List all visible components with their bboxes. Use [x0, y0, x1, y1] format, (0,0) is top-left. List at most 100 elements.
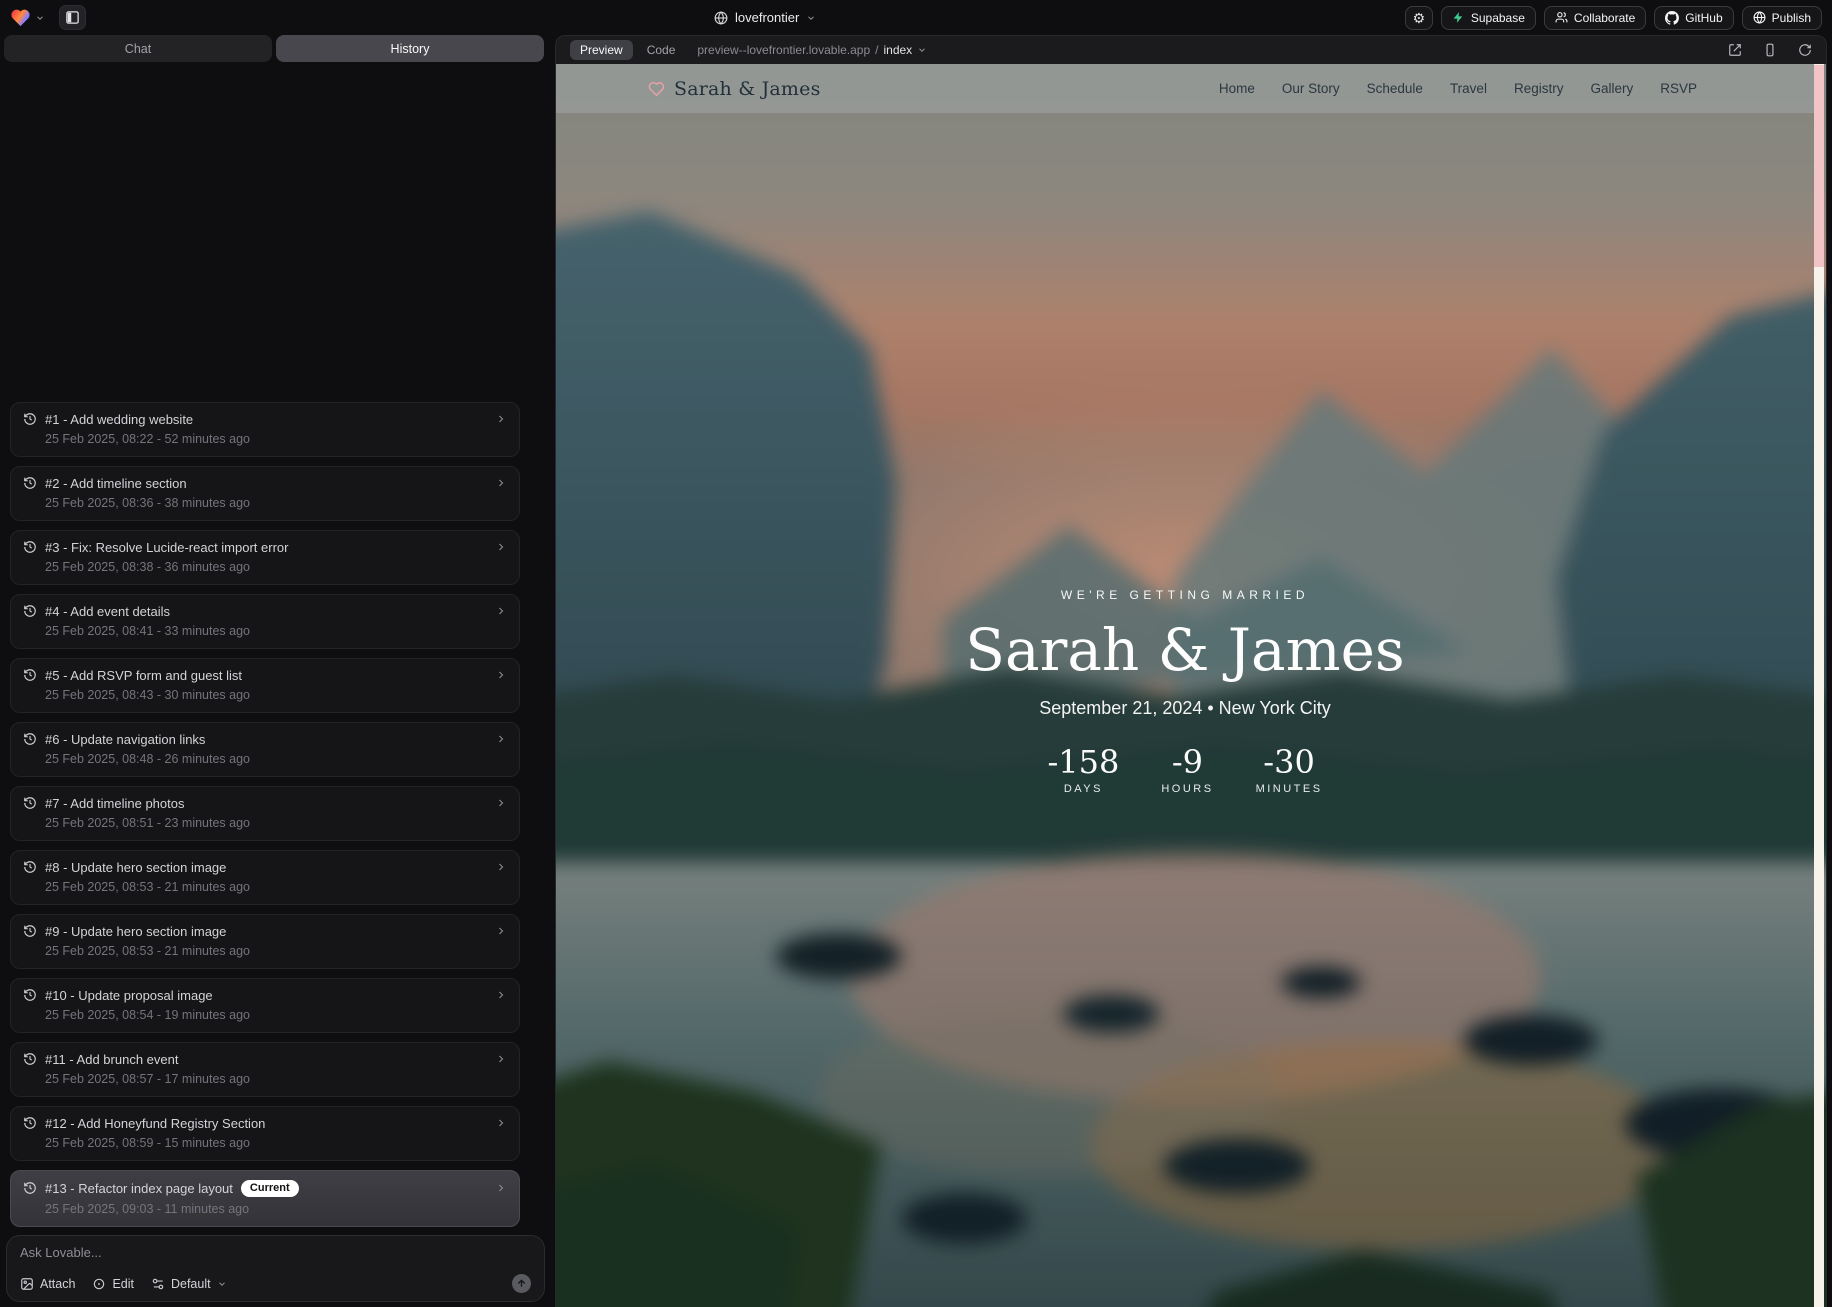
- topbar-actions: ⚙ Supabase Collaborate GitHub Publish: [1405, 6, 1822, 30]
- history-item-time: 25 Feb 2025, 08:38 - 36 minutes ago: [45, 560, 507, 574]
- send-button[interactable]: [512, 1274, 531, 1293]
- history-item[interactable]: #7 - Add timeline photos 25 Feb 2025, 08…: [10, 786, 520, 841]
- edit-button[interactable]: Edit: [92, 1277, 134, 1291]
- chevron-right-icon[interactable]: [495, 1182, 507, 1194]
- history-item[interactable]: #1 - Add wedding website 25 Feb 2025, 08…: [10, 402, 520, 457]
- history-item-time: 25 Feb 2025, 08:51 - 23 minutes ago: [45, 816, 507, 830]
- publish-button[interactable]: Publish: [1742, 6, 1822, 30]
- arrow-up-icon: [516, 1278, 527, 1289]
- settings-button[interactable]: ⚙: [1405, 6, 1433, 30]
- tab-code[interactable]: Code: [647, 43, 676, 57]
- chevron-right-icon[interactable]: [495, 861, 507, 873]
- chevron-right-icon[interactable]: [495, 477, 507, 489]
- refresh-button[interactable]: [1798, 43, 1812, 57]
- history-icon: [23, 1052, 37, 1066]
- mobile-view-button[interactable]: [1763, 43, 1777, 57]
- history-item[interactable]: #9 - Update hero section image 25 Feb 20…: [10, 914, 520, 969]
- history-icon: [23, 540, 37, 554]
- history-item-time: 25 Feb 2025, 09:03 - 11 minutes ago: [45, 1202, 507, 1216]
- mode-select[interactable]: Default: [151, 1277, 227, 1291]
- history-item-title: #13 - Refactor index page layout: [45, 1181, 233, 1196]
- countdown-item: -9 HOURS: [1161, 746, 1213, 795]
- countdown-label: HOURS: [1161, 783, 1213, 795]
- history-item[interactable]: #10 - Update proposal image 25 Feb 2025,…: [10, 978, 520, 1033]
- history-item-title: #10 - Update proposal image: [45, 988, 213, 1003]
- chevron-right-icon[interactable]: [495, 605, 507, 617]
- history-icon: [23, 924, 37, 938]
- history-item-title: #11 - Add brunch event: [45, 1052, 178, 1067]
- history-item[interactable]: #6 - Update navigation links 25 Feb 2025…: [10, 722, 520, 777]
- project-selector[interactable]: lovefrontier: [714, 0, 816, 35]
- history-item-time: 25 Feb 2025, 08:41 - 33 minutes ago: [45, 624, 507, 638]
- preview-url-page: index: [883, 43, 912, 57]
- open-external-button[interactable]: [1728, 43, 1742, 57]
- countdown-item: -30 MINUTES: [1256, 746, 1323, 795]
- history-item[interactable]: #11 - Add brunch event 25 Feb 2025, 08:5…: [10, 1042, 520, 1097]
- history-item-time: 25 Feb 2025, 08:43 - 30 minutes ago: [45, 688, 507, 702]
- hero-date-location: September 21, 2024 • New York City: [556, 698, 1814, 719]
- lovable-logo-menu[interactable]: [10, 8, 45, 27]
- preview-pane: Preview Code preview--lovefrontier.lovab…: [555, 35, 1827, 1307]
- sidebar-toggle-button[interactable]: [59, 5, 86, 30]
- users-icon: [1555, 11, 1568, 24]
- history-icon: [23, 604, 37, 618]
- history-item[interactable]: #8 - Update hero section image 25 Feb 20…: [10, 850, 520, 905]
- history-item-title: #2 - Add timeline section: [45, 476, 187, 491]
- select-target-icon: [92, 1277, 106, 1291]
- history-item-title: #8 - Update hero section image: [45, 860, 226, 875]
- top-bar: lovefrontier ⚙ Supabase Collaborate GitH…: [0, 0, 1832, 35]
- gear-icon: ⚙: [1413, 11, 1426, 25]
- ask-lovable-input[interactable]: [20, 1245, 531, 1262]
- history-item-title: #7 - Add timeline photos: [45, 796, 184, 811]
- tab-chat[interactable]: Chat: [4, 35, 272, 62]
- history-item-time: 25 Feb 2025, 08:53 - 21 minutes ago: [45, 880, 507, 894]
- composer-panel: Attach Edit Default: [6, 1235, 545, 1302]
- history-icon: [23, 988, 37, 1002]
- project-name: lovefrontier: [735, 10, 799, 25]
- preview-scrollbar: [1814, 64, 1824, 1307]
- chevron-right-icon[interactable]: [495, 669, 507, 681]
- history-item-time: 25 Feb 2025, 08:57 - 17 minutes ago: [45, 1072, 507, 1086]
- history-item-time: 25 Feb 2025, 08:48 - 26 minutes ago: [45, 752, 507, 766]
- history-item-title: #5 - Add RSVP form and guest list: [45, 668, 242, 683]
- preview-url-selector[interactable]: preview--lovefrontier.lovable.app / inde…: [697, 43, 927, 57]
- preview-scrollbar-thumb[interactable]: [1814, 65, 1824, 267]
- hero-title: Sarah & James: [556, 619, 1814, 683]
- history-item[interactable]: #4 - Add event details 25 Feb 2025, 08:4…: [10, 594, 520, 649]
- supabase-button[interactable]: Supabase: [1441, 6, 1536, 30]
- chevron-right-icon[interactable]: [495, 797, 507, 809]
- github-button[interactable]: GitHub: [1654, 6, 1733, 30]
- chevron-right-icon[interactable]: [495, 925, 507, 937]
- chevron-right-icon[interactable]: [495, 1117, 507, 1129]
- tab-history[interactable]: History: [276, 35, 544, 62]
- collaborate-button[interactable]: Collaborate: [1544, 6, 1646, 30]
- sidebar-spacer: [0, 62, 548, 402]
- chevron-right-icon[interactable]: [495, 541, 507, 553]
- chevron-right-icon[interactable]: [495, 413, 507, 425]
- main-layout: Chat History #1 - Add wedding website 25…: [0, 35, 1832, 1307]
- attach-button[interactable]: Attach: [20, 1277, 75, 1291]
- history-item[interactable]: #12 - Add Honeyfund Registry Section 25 …: [10, 1106, 520, 1161]
- history-item-time: 25 Feb 2025, 08:54 - 19 minutes ago: [45, 1008, 507, 1022]
- chevron-down-icon: [806, 13, 816, 23]
- history-item[interactable]: #2 - Add timeline section 25 Feb 2025, 0…: [10, 466, 520, 521]
- tab-preview[interactable]: Preview: [570, 40, 633, 60]
- countdown-item: -158 DAYS: [1047, 746, 1119, 795]
- panel-left-icon: [65, 10, 80, 25]
- history-list: #1 - Add wedding website 25 Feb 2025, 08…: [0, 402, 548, 1227]
- chevron-right-icon[interactable]: [495, 733, 507, 745]
- history-item-time: 25 Feb 2025, 08:22 - 52 minutes ago: [45, 432, 507, 446]
- countdown-label: DAYS: [1047, 783, 1119, 795]
- history-item[interactable]: #13 - Refactor index page layout Current…: [10, 1170, 520, 1227]
- preview-toolbar: Preview Code preview--lovefrontier.lovab…: [556, 36, 1826, 64]
- history-item[interactable]: #5 - Add RSVP form and guest list 25 Feb…: [10, 658, 520, 713]
- github-icon: [1665, 11, 1679, 25]
- sidebar: Chat History #1 - Add wedding website 25…: [0, 35, 548, 1307]
- history-item[interactable]: #3 - Fix: Resolve Lucide-react import er…: [10, 530, 520, 585]
- history-item-title: #12 - Add Honeyfund Registry Section: [45, 1116, 265, 1131]
- chevron-right-icon[interactable]: [495, 1053, 507, 1065]
- countdown-value: -9: [1161, 746, 1213, 778]
- countdown: -158 DAYS -9 HOURS -30 MINUTES: [556, 746, 1814, 795]
- history-item-time: 25 Feb 2025, 08:59 - 15 minutes ago: [45, 1136, 507, 1150]
- chevron-right-icon[interactable]: [495, 989, 507, 1001]
